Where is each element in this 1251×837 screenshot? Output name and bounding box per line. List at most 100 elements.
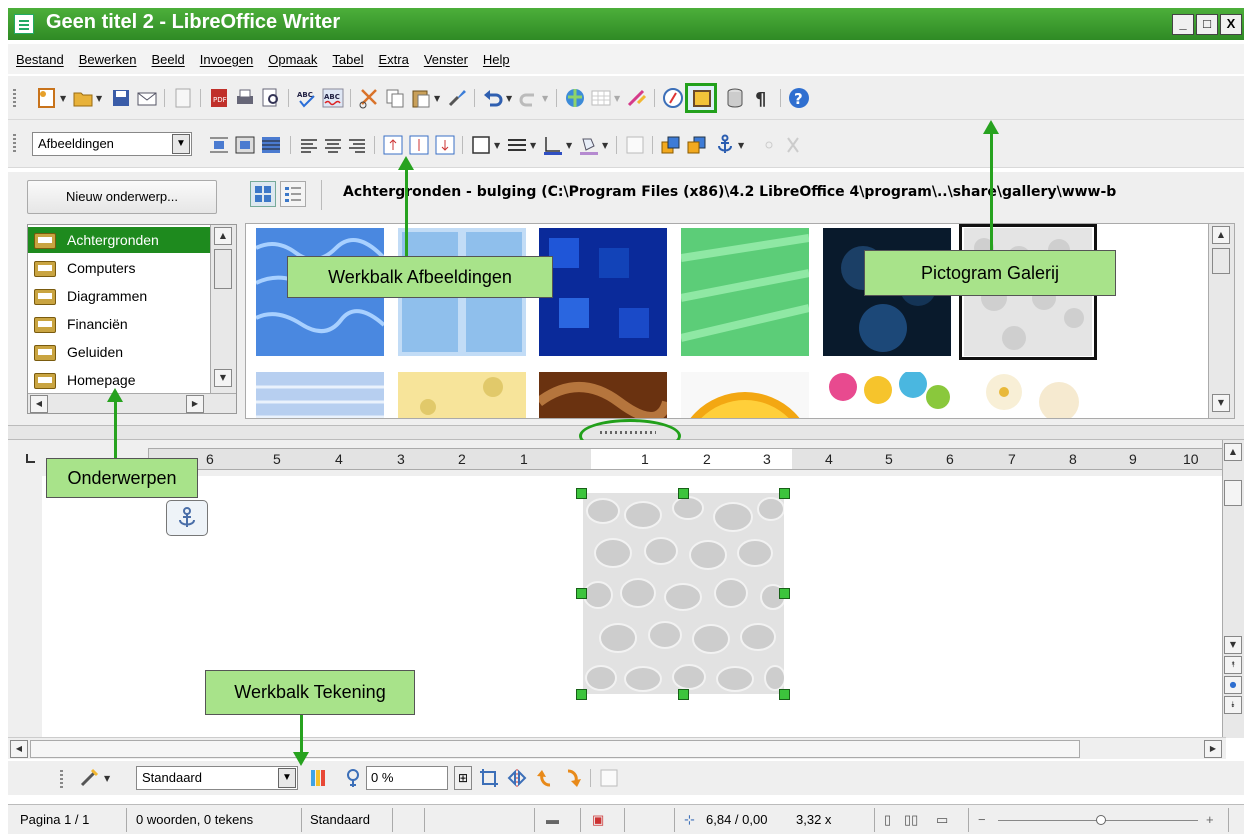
thumbnail-daisies[interactable] bbox=[964, 372, 1092, 419]
topic-financien[interactable]: Financiën bbox=[28, 311, 210, 337]
topic-vertical-scrollbar[interactable]: ▲ ▼ bbox=[210, 225, 236, 393]
save-icon[interactable] bbox=[110, 87, 132, 109]
frame-properties-icon[interactable] bbox=[624, 134, 646, 156]
redo-dropdown-icon[interactable]: ▼ bbox=[542, 94, 548, 103]
menu-bewerken[interactable]: Bewerken bbox=[79, 52, 137, 67]
zoom-slider-thumb[interactable] bbox=[1096, 815, 1106, 825]
thumbnail-green-texture[interactable] bbox=[681, 228, 809, 356]
new-dropdown-icon[interactable]: ▼ bbox=[60, 94, 66, 103]
data-sources-icon[interactable] bbox=[724, 87, 746, 109]
table-icon[interactable] bbox=[590, 87, 612, 109]
toolbar-grip[interactable] bbox=[60, 770, 63, 788]
multi-page-view-icon[interactable]: ▯▯ bbox=[904, 812, 918, 828]
border-color-dropdown-icon[interactable]: ▼ bbox=[566, 141, 572, 150]
navigation-icon[interactable]: ● bbox=[1224, 676, 1242, 694]
topic-geluiden[interactable]: Geluiden bbox=[28, 339, 210, 365]
scroll-up-icon[interactable]: ▲ bbox=[214, 227, 232, 245]
borders-dropdown-icon[interactable]: ▼ bbox=[494, 141, 500, 150]
thumbnail-cheese[interactable] bbox=[398, 372, 526, 419]
show-draw-functions-icon[interactable] bbox=[626, 87, 648, 109]
zoom-in-icon[interactable]: + bbox=[1206, 812, 1214, 827]
previous-page-icon[interactable]: ⯭ bbox=[1224, 656, 1242, 674]
unlink-frames-icon[interactable] bbox=[782, 134, 804, 156]
wrap-through-icon[interactable] bbox=[260, 134, 282, 156]
crop-icon[interactable] bbox=[478, 767, 500, 789]
resize-handle[interactable] bbox=[576, 588, 587, 599]
chevron-down-icon[interactable]: ▼ bbox=[172, 134, 190, 154]
background-color-icon[interactable] bbox=[578, 134, 600, 156]
menu-beeld[interactable]: Beeld bbox=[152, 52, 185, 67]
print-preview-icon[interactable] bbox=[260, 87, 282, 109]
scroll-thumb[interactable] bbox=[1212, 248, 1230, 274]
graphics-style-select[interactable]: Standaard ▼ bbox=[136, 766, 298, 790]
page-indicator[interactable]: Pagina 1 / 1 bbox=[20, 812, 89, 827]
autospell-icon[interactable]: ABC bbox=[322, 87, 344, 109]
align-top-icon[interactable] bbox=[382, 134, 404, 156]
resize-handle[interactable] bbox=[576, 488, 587, 499]
transparency-spin-icon[interactable]: ⊞ bbox=[454, 766, 472, 790]
select-icon[interactable] bbox=[78, 767, 100, 789]
topic-diagrammen[interactable]: Diagrammen bbox=[28, 283, 210, 309]
border-color-icon[interactable] bbox=[542, 134, 564, 156]
image-filter-icon[interactable] bbox=[308, 767, 330, 789]
open-dropdown-icon[interactable]: ▼ bbox=[96, 94, 102, 103]
paste-dropdown-icon[interactable]: ▼ bbox=[434, 94, 440, 103]
rotate-right-icon[interactable] bbox=[562, 767, 584, 789]
gallery-button[interactable] bbox=[685, 83, 717, 113]
topic-achtergronden[interactable]: Achtergronden bbox=[28, 227, 210, 253]
resize-handle[interactable] bbox=[779, 488, 790, 499]
chevron-down-icon[interactable]: ▼ bbox=[278, 768, 296, 788]
spelling-icon[interactable]: ABC bbox=[296, 87, 318, 109]
resize-handle[interactable] bbox=[678, 488, 689, 499]
maximize-button[interactable]: □ bbox=[1196, 14, 1218, 35]
thumbnail-dark-blue-squares[interactable] bbox=[539, 228, 667, 356]
edit-file-icon[interactable] bbox=[172, 87, 194, 109]
menu-extra[interactable]: Extra bbox=[378, 52, 408, 67]
align-left-icon[interactable] bbox=[298, 134, 320, 156]
formatting-marks-icon[interactable]: ¶ bbox=[752, 87, 774, 109]
resize-handle[interactable] bbox=[779, 689, 790, 700]
thumbnail-light-waves[interactable] bbox=[256, 372, 384, 419]
scroll-thumb[interactable] bbox=[214, 249, 232, 289]
undo-icon[interactable] bbox=[482, 87, 504, 109]
tab-stop-icon[interactable] bbox=[26, 454, 35, 463]
resize-handle[interactable] bbox=[678, 689, 689, 700]
inserted-image[interactable] bbox=[583, 493, 784, 694]
send-to-back-icon[interactable] bbox=[686, 134, 708, 156]
new-document-icon[interactable] bbox=[36, 87, 58, 109]
open-folder-icon[interactable] bbox=[72, 87, 94, 109]
rotate-left-icon[interactable] bbox=[534, 767, 556, 789]
align-right-icon[interactable] bbox=[346, 134, 368, 156]
print-icon[interactable] bbox=[234, 87, 256, 109]
flip-horizontal-icon[interactable] bbox=[506, 767, 528, 789]
clone-formatting-icon[interactable] bbox=[446, 87, 468, 109]
scroll-thumb[interactable] bbox=[1224, 480, 1242, 506]
paste-icon[interactable] bbox=[410, 87, 432, 109]
image-properties-icon[interactable] bbox=[598, 767, 620, 789]
transparency-input[interactable]: 0 % bbox=[366, 766, 448, 790]
hyperlink-icon[interactable] bbox=[564, 87, 586, 109]
thumbnail-vertical-scrollbar[interactable]: ▲ ▼ bbox=[1208, 224, 1234, 418]
scroll-left-icon[interactable]: ◀ bbox=[10, 740, 28, 758]
align-center-icon[interactable] bbox=[322, 134, 344, 156]
topic-computers[interactable]: Computers bbox=[28, 255, 210, 281]
undo-dropdown-icon[interactable]: ▼ bbox=[506, 94, 512, 103]
anchor-icon[interactable] bbox=[714, 134, 736, 156]
scroll-right-icon[interactable]: ▶ bbox=[186, 395, 204, 413]
word-count[interactable]: 0 woorden, 0 tekens bbox=[136, 812, 253, 827]
scroll-up-icon[interactable]: ▲ bbox=[1212, 226, 1230, 244]
wrap-page-icon[interactable] bbox=[234, 134, 256, 156]
scroll-up-icon[interactable]: ▲ bbox=[1224, 443, 1242, 461]
table-dropdown-icon[interactable]: ▼ bbox=[614, 94, 620, 103]
document-vertical-scrollbar[interactable]: ▲ ▼ ⯭ ● ⯯ bbox=[1222, 440, 1244, 738]
resize-handle[interactable] bbox=[779, 588, 790, 599]
detail-view-button[interactable] bbox=[280, 181, 306, 207]
export-pdf-icon[interactable]: PDF bbox=[208, 87, 230, 109]
toolbar-grip[interactable] bbox=[13, 134, 16, 152]
new-topic-button[interactable]: Nieuw onderwerp... bbox=[27, 180, 217, 214]
thumbnail-orange[interactable] bbox=[681, 372, 809, 419]
topic-horizontal-scrollbar[interactable]: ◀ ▶ bbox=[28, 393, 236, 413]
cut-icon[interactable] bbox=[358, 87, 380, 109]
minimize-button[interactable]: _ bbox=[1172, 14, 1194, 35]
scroll-down-icon[interactable]: ▼ bbox=[1224, 636, 1242, 654]
